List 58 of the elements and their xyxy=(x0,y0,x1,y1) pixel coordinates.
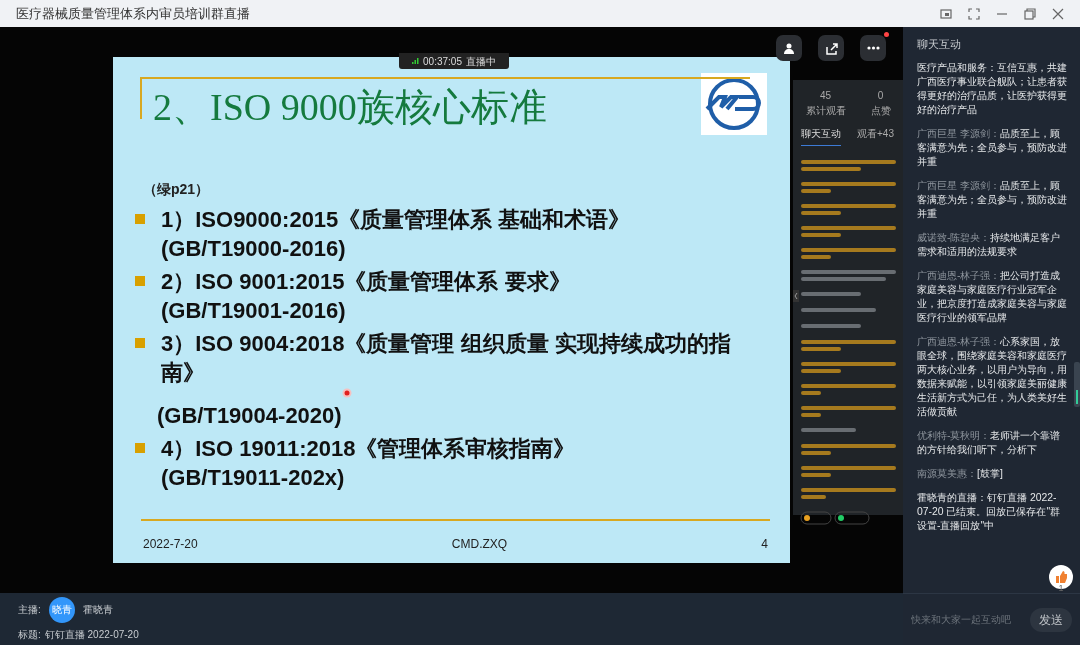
notification-dot-icon xyxy=(884,32,889,37)
slide-text: (GB/T19011-202x) xyxy=(161,464,346,492)
live-timer: 00:37:05 xyxy=(423,54,462,69)
switch-camera-button[interactable] xyxy=(776,35,802,61)
more-button[interactable] xyxy=(860,35,886,61)
stream-title: 钉钉直播 2022-07-20 xyxy=(44,627,139,642)
chat-message: 威诺致-陈碧央：持续地满足客户需求和适用的法规要求 xyxy=(917,231,1062,259)
bullet-icon xyxy=(135,276,145,286)
slide-note: （绿p21） xyxy=(143,180,211,199)
stat-label: 累计观看 xyxy=(805,104,846,118)
send-button[interactable]: 发送 xyxy=(1030,607,1072,632)
title-label: 标题: xyxy=(18,627,41,642)
panel-tab[interactable]: 聊天互动 xyxy=(801,126,841,146)
chat-message: 广西巨星 李源剑：品质至上，顾客满意为先；全员参与，预防改进并重 xyxy=(917,179,1068,221)
slide-text: (GB/T19000-2016) xyxy=(161,235,347,263)
chevron-left-icon[interactable] xyxy=(793,290,799,302)
slide-title: 2、ISO 9000族核心标准 xyxy=(153,85,547,129)
window-title: 医疗器械质量管理体系内审员培训群直播 xyxy=(16,4,250,23)
share-button[interactable] xyxy=(818,35,844,61)
slide-footer-author: CMD.ZXQ xyxy=(451,536,508,553)
slide-text: 2）ISO 9001:2015《质量管理体系 要求》 xyxy=(161,268,571,296)
bullet-icon xyxy=(135,338,145,348)
restore-icon[interactable] xyxy=(1024,7,1036,20)
stat-value: 0 xyxy=(876,89,885,103)
bullet-icon xyxy=(135,443,145,453)
volume-meter-icon xyxy=(1074,362,1080,407)
chat-title: 聊天互动 xyxy=(916,37,962,52)
live-label: 直播中 xyxy=(465,54,496,69)
stat-value: 45 xyxy=(818,89,833,103)
avatar: 晓青 xyxy=(48,596,75,623)
fullscreen-icon[interactable] xyxy=(968,7,980,20)
more-icon xyxy=(866,46,880,50)
chat-message: 霍晓青的直播：钉钉直播 2022-07-20 已结束。回放已保存在"群设置-直播回放"中 xyxy=(917,491,1062,533)
logo-icon xyxy=(701,73,767,135)
bullet-icon xyxy=(135,214,145,224)
slide-text: (GB/T19001-2016) xyxy=(161,297,347,325)
laser-pointer-icon xyxy=(342,388,352,398)
stat-label: 点赞 xyxy=(870,104,891,118)
chat-message: 广西迪恩-林子强：把公司打造成家庭美容与家庭医疗行业冠军企业，把京度打造成家庭美容与家庭医疗行业的领军品牌 xyxy=(917,269,1068,325)
host-label: 主播: xyxy=(18,603,41,617)
slide-text: 1）ISO9000:2015《质量管理体系 基础和术语》 xyxy=(161,206,631,234)
close-icon[interactable] xyxy=(1052,7,1064,20)
signal-icon xyxy=(412,58,420,64)
chat-message: 广西巨星 李源剑：品质至上，顾客满意为先；全员参与，预防改进并重 xyxy=(917,127,1068,169)
slide-text: 4）ISO 19011:2018《管理体系审核指南》 xyxy=(161,435,576,463)
page-number: 4 xyxy=(761,536,768,553)
host-name: 霍晓青 xyxy=(82,603,113,617)
slide-footer-date: 2022-7-20 xyxy=(143,536,198,553)
thumbs-up-icon xyxy=(1055,571,1067,583)
chat-message: 医疗产品和服务：互信互惠，共建广西医疗事业联合舰队；让患者获得更好的治疗品质，让医护获得更好的治疗产品 xyxy=(917,61,1068,117)
slide-text: 3）ISO 9004:2018《质量管理 组织质量 实现持续成功的指南》 xyxy=(161,330,732,387)
chat-message: 南源莫美惠：[鼓掌] xyxy=(917,467,1004,481)
chat-message: 优利特-莫秋明：老师讲一个靠谱的方针给我们听下，分析下 xyxy=(917,429,1062,457)
share-icon xyxy=(824,41,838,55)
picture-in-picture-icon[interactable] xyxy=(940,7,952,20)
panel-tab[interactable]: 观看+43 xyxy=(857,126,894,146)
slide-text: (GB/T19004-2020) xyxy=(157,402,343,430)
chat-message: 广西迪恩-林子强：心系家国，放眼全球，围绕家庭美容和家庭医疗两大核心业务，以用户为导向，用数据来赋能，以引领家庭美丽健康生活新方式为己任，为人类美好生活做贡献 xyxy=(917,335,1068,419)
